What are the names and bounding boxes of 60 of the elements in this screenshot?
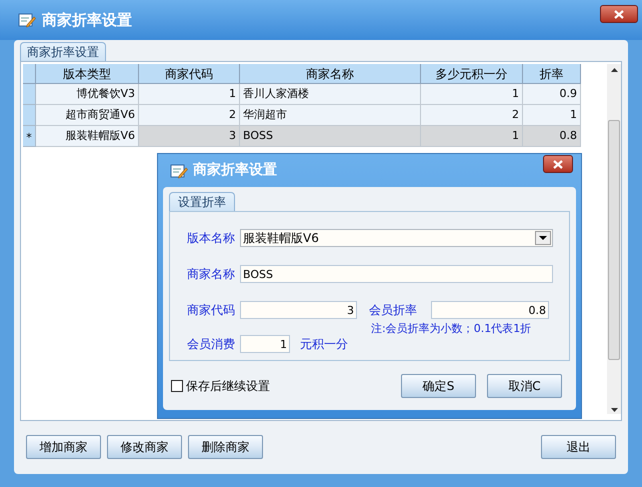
dropdown-arrow-icon	[539, 236, 547, 240]
table-cell: 0.8	[523, 126, 581, 147]
dropdown[interactable]: 服装鞋帽版V6	[240, 229, 553, 247]
table-cell: 1	[523, 105, 581, 126]
field-label: 会员折率	[369, 302, 417, 319]
field-label: 会员消费	[187, 336, 235, 353]
table-cell: 香川人家酒楼	[240, 84, 421, 105]
table-cell: 服装鞋帽版V6	[36, 126, 139, 147]
table-cell: 1	[421, 84, 523, 105]
tab[interactable]: 设置折率	[169, 192, 235, 211]
table-cell: 0.9	[523, 84, 581, 105]
button[interactable]: 增加商家	[26, 435, 101, 459]
button[interactable]: 删除商家	[188, 435, 263, 459]
input-field[interactable]: 1	[240, 335, 290, 353]
table-cell: BOSS	[240, 126, 421, 147]
table-cell: 华润超市	[240, 105, 421, 126]
table-cell: 超市商贸通V6	[36, 105, 139, 126]
input-field[interactable]: 0.8	[431, 301, 549, 319]
close-icon	[614, 10, 624, 18]
table-cell: 博优餐饮V3	[36, 84, 139, 105]
edit-icon	[18, 12, 36, 28]
column-header[interactable]: 折率	[523, 64, 581, 84]
table-cell: 1	[139, 84, 240, 105]
table-cell: 2	[139, 105, 240, 126]
note-text: 注:会员折率为小数；0.1代表1折	[371, 321, 532, 337]
button[interactable]: 修改商家	[107, 435, 182, 459]
table-cell: 2	[421, 105, 523, 126]
field-label: 版本名称	[187, 230, 235, 247]
column-header[interactable]: 商家名称	[240, 64, 421, 84]
field-label: 商家代码	[187, 302, 235, 319]
row-header[interactable]	[23, 105, 36, 126]
dialog-title: 商家折率设置	[193, 160, 277, 180]
field-label: 商家名称	[187, 266, 235, 283]
scroll-down-icon	[610, 408, 618, 412]
edit-icon	[170, 162, 188, 178]
field-suffix: 元积一分	[300, 336, 348, 353]
row-header[interactable]: *	[23, 126, 36, 147]
checkbox[interactable]	[171, 380, 183, 392]
button[interactable]: 取消C	[487, 374, 562, 398]
column-header[interactable]: 版本类型	[36, 64, 139, 84]
close-button[interactable]	[543, 155, 573, 173]
button[interactable]: 确定S	[401, 374, 476, 398]
window-title: 商家折率设置	[42, 10, 132, 31]
close-icon	[553, 160, 563, 168]
table-cell: 1	[421, 126, 523, 147]
button[interactable]: 退出	[541, 435, 616, 459]
scrollbar-thumb[interactable]	[608, 120, 620, 360]
scrollbar[interactable]	[607, 64, 621, 414]
input-field[interactable]: BOSS	[240, 265, 553, 283]
input-field[interactable]: 3	[240, 301, 357, 319]
row-header[interactable]	[23, 84, 36, 105]
checkbox-label: 保存后继续设置	[186, 378, 270, 394]
column-header[interactable]: 多少元积一分	[421, 64, 523, 84]
column-header[interactable]: 商家代码	[139, 64, 240, 84]
close-button[interactable]	[600, 5, 638, 23]
current-row-marker: *	[26, 130, 32, 146]
table-cell: 3	[139, 126, 240, 147]
row-header	[23, 64, 36, 84]
tab[interactable]: 商家折率设置	[20, 42, 106, 61]
scroll-up-icon	[610, 68, 618, 72]
